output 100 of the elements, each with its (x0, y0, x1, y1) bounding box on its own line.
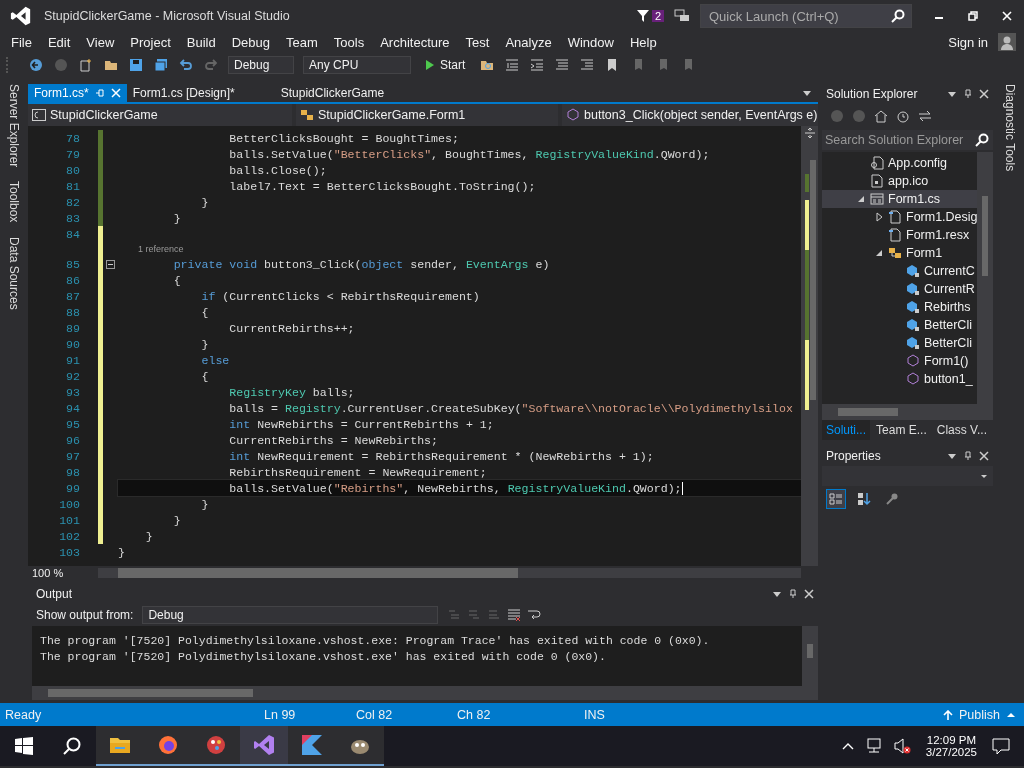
start-button[interactable]: Start (417, 55, 474, 75)
tree-item[interactable]: Rebirths (822, 298, 977, 316)
account-icon[interactable] (998, 33, 1016, 51)
zoom-dropdown[interactable]: 100 % (28, 567, 92, 579)
infinity-ribbon-icon[interactable] (240, 726, 288, 766)
sign-in-link[interactable]: Sign in (948, 34, 988, 50)
restore-icon[interactable] (968, 11, 978, 21)
paint-palette-icon[interactable] (192, 726, 240, 766)
menu-item[interactable]: Team (278, 34, 326, 50)
triangle-logo-icon[interactable] (288, 726, 336, 766)
horizontal-scrollbar[interactable] (822, 404, 993, 420)
member-dropdown[interactable]: button3_Click(object sender, EventArgs e) (562, 104, 818, 126)
close-icon[interactable] (804, 589, 814, 599)
menu-item[interactable]: Project (122, 34, 179, 50)
tree-item[interactable]: Form1() (822, 352, 977, 370)
clock-date[interactable]: 3/27/2025 (925, 746, 977, 758)
tree-item[interactable]: button1_ (822, 370, 977, 388)
output-source-dropdown[interactable]: Debug (142, 606, 439, 624)
column-indicator: Col 82 (356, 707, 394, 722)
configuration-dropdown[interactable]: Debug (228, 56, 294, 74)
menu-item[interactable]: Analyze (497, 34, 560, 50)
tree-item[interactable]: App.config (822, 154, 977, 172)
pin-icon[interactable] (963, 451, 973, 461)
panel-tab[interactable]: Team E... (872, 420, 931, 440)
dropdown-arrow-icon[interactable] (802, 88, 812, 98)
tree-item[interactable]: CurrentC (822, 262, 977, 280)
tree-item[interactable]: BetterCli (822, 316, 977, 334)
class-icon (888, 246, 902, 260)
notification-icon[interactable] (992, 737, 1010, 755)
field-icon (906, 282, 920, 296)
search-box[interactable]: Search Solution Explorer (822, 130, 993, 150)
project-dropdown[interactable]: StupidClickerGame (28, 104, 292, 126)
code-line: } (172, 210, 182, 226)
folder-icon[interactable] (96, 726, 144, 766)
split-handle-icon[interactable] (803, 127, 816, 139)
collapse-icon[interactable] (106, 259, 115, 269)
clock-icon[interactable] (896, 109, 910, 123)
side-tab[interactable]: Data Sources (7, 234, 21, 312)
volume-muted-icon[interactable] (892, 737, 911, 755)
animal-face-icon[interactable] (336, 726, 384, 766)
menu-item[interactable]: Tools (325, 34, 373, 50)
menu-item[interactable]: Debug (223, 34, 278, 50)
word-wrap-icon[interactable] (527, 608, 542, 622)
tree-item[interactable]: app.ico (822, 172, 977, 190)
feedback-icon[interactable] (674, 8, 690, 24)
tree-item[interactable]: Form1.Desig (822, 208, 977, 226)
panel-tab[interactable]: Class V... (932, 420, 991, 440)
tree-item[interactable]: Form1.cs (822, 190, 977, 208)
dropdown-arrow-icon[interactable] (772, 589, 782, 599)
menu-item[interactable]: View (78, 34, 123, 50)
output-source-label: Show output from: (36, 608, 134, 622)
side-tab[interactable]: Toolbox (7, 179, 21, 225)
code-line: if (CurrentClicks < RebirthsRequirement) (200, 288, 481, 304)
menu-item[interactable]: Window (559, 34, 622, 50)
search-icon[interactable] (891, 9, 905, 23)
vertical-scrollbar[interactable] (977, 152, 993, 404)
menu-item[interactable]: Architecture (372, 34, 458, 50)
panel-tab[interactable]: Soluti... (822, 420, 871, 440)
tree-item[interactable]: BetterCli (822, 334, 977, 352)
code-lens-link[interactable]: 1 reference (118, 244, 184, 254)
menu-item[interactable]: Test (457, 34, 498, 50)
dropdown-arrow-icon[interactable] (947, 451, 957, 461)
side-tab[interactable]: Server Explorer (7, 82, 21, 170)
collapsed-arrow-icon[interactable] (874, 212, 884, 222)
expanded-arrow-icon[interactable] (874, 248, 884, 258)
platform-dropdown[interactable]: Any CPU (303, 56, 411, 74)
horizontal-scrollbar[interactable] (98, 568, 801, 578)
categorized-button[interactable] (826, 489, 846, 509)
home-icon[interactable] (874, 109, 888, 123)
menu-item[interactable]: File (3, 34, 40, 50)
close-icon[interactable] (979, 451, 989, 461)
search-field[interactable]: Search Solution Explorer (822, 132, 975, 148)
document-tab[interactable]: Form1.cs [Design]* (126, 84, 241, 102)
quick-launch-box[interactable]: Quick Launch (Ctrl+Q) (700, 4, 912, 28)
quick-launch-field[interactable]: Quick Launch (Ctrl+Q) (707, 6, 891, 26)
tree-item[interactable]: Form1.resx (822, 226, 977, 244)
notifications-button[interactable]: 2 (635, 9, 664, 23)
expanded-arrow-icon[interactable] (856, 194, 866, 204)
pin-icon[interactable] (788, 589, 798, 599)
horizontal-scrollbar[interactable] (32, 686, 818, 700)
sync-icon[interactable] (918, 109, 932, 123)
side-tab[interactable]: Diagnostic Tools (1002, 82, 1017, 174)
network-icon[interactable] (864, 737, 883, 755)
publish-button[interactable]: Publish (943, 707, 1016, 722)
dropdown-arrow-icon[interactable] (947, 89, 957, 99)
clear-all-icon[interactable] (507, 608, 522, 622)
type-dropdown[interactable]: StupidClickerGame.Form1 (296, 104, 558, 126)
clock-time[interactable]: 12:09 PM (926, 734, 977, 746)
menu-item[interactable]: Edit (39, 34, 79, 50)
search-icon[interactable] (975, 133, 989, 147)
vertical-scrollbar[interactable] (801, 126, 818, 566)
line-number: 94 (65, 401, 80, 415)
menu-item[interactable]: Help (621, 34, 665, 50)
pin-icon[interactable] (963, 89, 973, 99)
tree-item[interactable]: CurrentR (822, 280, 977, 298)
output-line: The program '[7520] Polydimethylsiloxane.vshost.exe: Program Trace' has exited with code 0 (0x0). (40, 634, 711, 649)
close-icon[interactable] (979, 89, 989, 99)
vertical-scrollbar[interactable] (802, 626, 818, 686)
menu-item[interactable]: Build (178, 34, 224, 50)
tree-item[interactable]: Form1 (822, 244, 977, 262)
